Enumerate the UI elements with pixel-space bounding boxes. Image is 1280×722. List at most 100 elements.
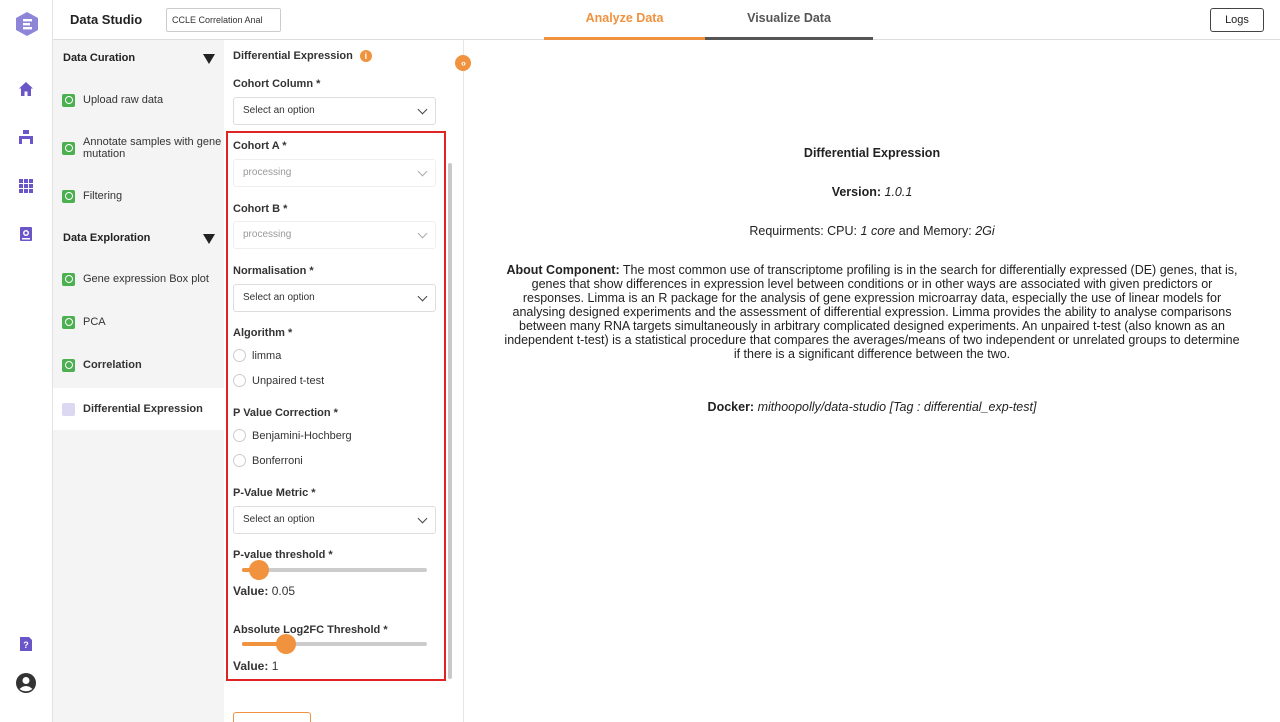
check-circle-icon [62,93,75,107]
radio-label: Benjamini-Hochberg [252,429,352,442]
value-number: 0.05 [271,584,296,598]
step-pca[interactable]: PCA [53,314,224,330]
home-icon[interactable] [14,77,38,101]
log2fc-threshold-slider[interactable] [242,634,427,654]
cohort-b-select[interactable]: processing [233,221,436,249]
check-circle-icon [62,315,75,329]
pending-step-icon [62,402,75,416]
step-label: Correlation [83,359,142,371]
value-number: 1 [271,659,279,673]
cohort-a-select[interactable]: processing [233,159,436,187]
user-account-icon[interactable] [14,671,38,695]
radio-circle[interactable] [233,349,246,362]
radio-circle[interactable] [233,429,246,442]
form-scrollbar[interactable] [448,163,452,679]
check-circle-icon [62,272,75,286]
apps-grid-icon[interactable] [14,174,38,198]
form-title: Differential Expression i [233,50,372,62]
help-icon[interactable]: ? [14,632,38,656]
select-value: Select an option [243,105,315,116]
p-value-metric-select[interactable]: Select an option [233,506,436,534]
logs-button[interactable]: Logs [1210,8,1264,32]
memory-value: 2Gi [975,224,995,238]
step-label: Filtering [83,190,123,202]
tab-analyze-data[interactable]: Analyze Data [544,0,705,40]
radio-circle[interactable] [233,454,246,467]
svg-text:?: ? [23,640,29,650]
version-value: 1.0.1 [884,185,913,199]
logo-icon[interactable] [14,11,40,37]
project-name-field[interactable]: CCLE Correlation Anal [166,8,281,32]
algorithm-label: Algorithm * [233,327,293,339]
select-value: processing [243,229,292,240]
cpu-value: 1 core [860,224,896,238]
step-correlation[interactable]: Correlation [53,357,224,373]
section-data-curation[interactable]: Data Curation [63,52,135,64]
step-gene-expression-box-plot[interactable]: Gene expression Box plot [53,271,224,287]
about-text: The most common use of transcriptome pro… [504,263,1240,361]
radio-circle[interactable] [233,374,246,387]
select-value: Select an option [243,292,315,303]
form-title-text: Differential Expression [233,50,353,62]
parameter-form-panel: Differential Expression i Cohort Column … [224,40,464,722]
info-icon[interactable]: i [359,50,372,62]
component-version: Version: 1.0.1 [504,185,1240,199]
workflow-sidebar: Data Curation Upload raw data Annotate s… [53,40,224,722]
version-label: Version: [831,185,882,199]
workflow-icon[interactable] [14,125,38,149]
p-value-threshold-value: Value: 0.05 [233,584,295,598]
submit-button[interactable] [233,712,311,722]
p-value-correction-label: P Value Correction * [233,407,338,419]
slider-thumb[interactable] [248,560,269,580]
value-label: Value: [233,659,269,673]
component-docker: Docker: mithoopolly/data-studio [Tag : d… [504,400,1240,414]
component-about: About Component: The most common use of … [504,263,1240,361]
log2fc-threshold-value: Value: 1 [233,659,278,673]
chevron-down-icon [417,513,428,524]
step-label: Differential Expression [83,403,203,415]
check-circle-icon [62,141,75,155]
tab-visualize-data[interactable]: Visualize Data [705,0,873,40]
radio-limma[interactable]: limma [233,349,281,362]
radio-bonferroni[interactable]: Bonferroni [233,454,303,467]
select-value: Select an option [243,514,315,525]
component-title: Differential Expression [803,146,941,160]
radio-label: Unpaired t-test [252,374,325,387]
radio-label: limma [252,349,282,362]
step-label: PCA [83,316,106,328]
component-info-panel: Differential Expression Version: 1.0.1 R… [464,40,1280,722]
cohort-column-label: Cohort Column * [233,78,321,90]
cohort-column-select[interactable]: Select an option [233,97,436,125]
chevron-down-icon [417,104,428,115]
step-differential-expression[interactable]: Differential Expression [53,388,224,430]
p-value-threshold-slider[interactable] [242,560,427,580]
docker-value: mithoopolly/data-studio [Tag : different… [757,400,1037,414]
app-title: Data Studio [70,12,143,27]
top-header: Data Studio CCLE Correlation Anal Analyz… [53,0,1280,40]
p-value-threshold-label: P-value threshold * [233,549,333,561]
step-annotate-samples[interactable]: Annotate samples with gene mutation [53,136,224,160]
caret-down-icon[interactable] [203,54,215,64]
component-requirements: Requirments: CPU: 1 core and Memory: 2Gi [504,224,1240,238]
slider-thumb[interactable] [276,634,297,654]
section-data-exploration[interactable]: Data Exploration [63,232,150,244]
step-upload-raw-data[interactable]: Upload raw data [53,92,224,108]
id-badge-icon[interactable] [14,222,38,246]
chevron-down-icon [417,166,428,177]
check-circle-icon [62,358,75,372]
radio-label: Bonferroni [252,454,303,467]
icon-rail: ? [0,0,53,722]
cohort-b-label: Cohort B * [233,203,288,215]
req-mid: and Memory: [898,224,972,238]
radio-benjamini-hochberg[interactable]: Benjamini-Hochberg [233,429,352,442]
normalisation-select[interactable]: Select an option [233,284,436,312]
caret-down-icon[interactable] [203,234,215,244]
step-filtering[interactable]: Filtering [53,188,224,204]
step-label: Gene expression Box plot [83,273,209,285]
log2fc-threshold-label: Absolute Log2FC Threshold * [233,624,388,636]
docker-label: Docker: [707,400,755,414]
step-label: Annotate samples with gene mutation [83,136,222,160]
normalisation-label: Normalisation * [233,265,314,277]
radio-unpaired-t-test[interactable]: Unpaired t-test [233,374,324,387]
chevron-down-icon [417,228,428,239]
